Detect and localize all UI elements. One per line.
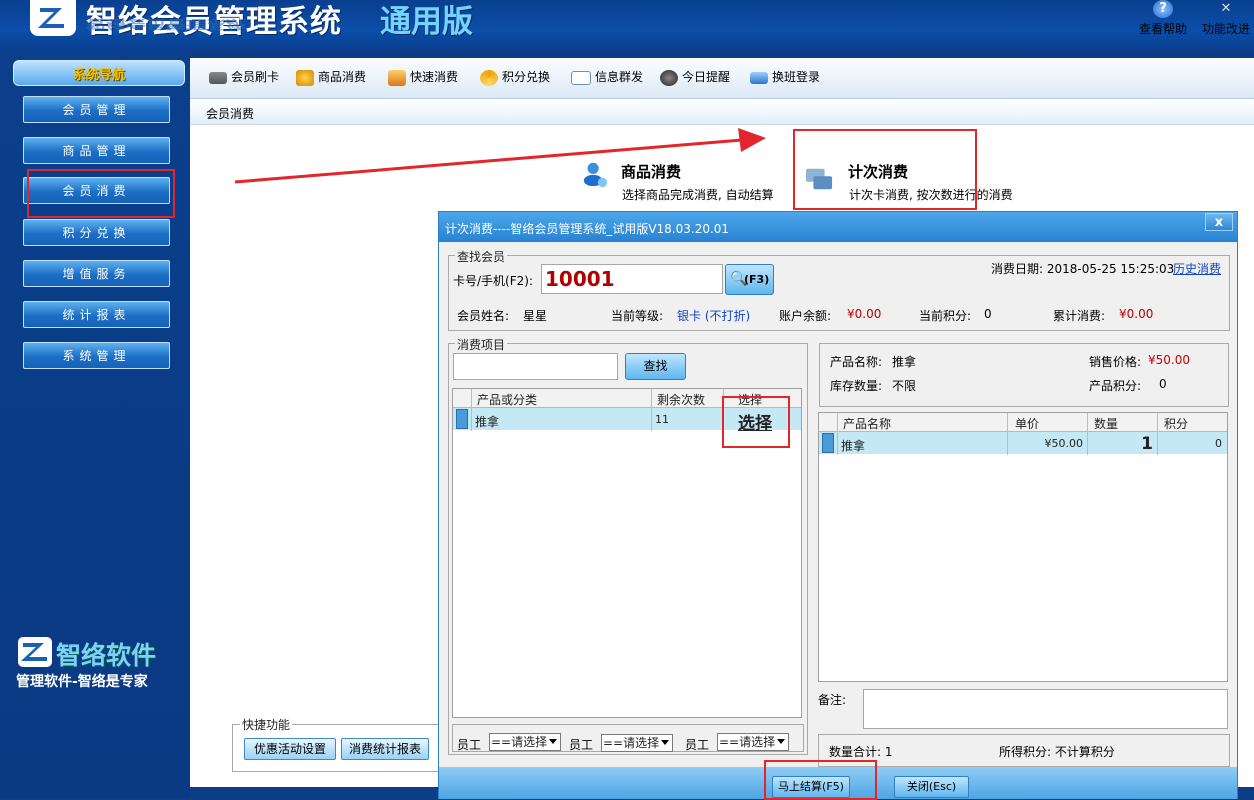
- cart-item-qty[interactable]: 1: [1089, 434, 1153, 454]
- member-search-hotkey: (F3): [744, 273, 770, 286]
- chevron-down-icon: [549, 739, 557, 744]
- staff-select-value: ==请选择: [719, 735, 776, 749]
- row-selector[interactable]: [822, 433, 834, 453]
- col-remaining: 剩余次数: [657, 393, 706, 407]
- total-consume-value: ¥0.00: [1119, 307, 1154, 321]
- stock-label: 库存数量:: [830, 379, 883, 393]
- balance-value: ¥0.00: [847, 307, 882, 321]
- balance-label: 账户余额:: [779, 309, 832, 323]
- annotation-box-checkout: [764, 760, 877, 800]
- product-points-label: 产品积分:: [1089, 379, 1142, 393]
- dialog-title: 计次消费----智络会员管理系统_试用版V18.03.20.01: [445, 222, 730, 236]
- chevron-down-icon: [661, 740, 669, 745]
- current-points-value: 0: [984, 307, 992, 321]
- staff-label-3: 员工: [685, 738, 710, 752]
- cart-item-points: 0: [1215, 437, 1222, 450]
- col-product-name: 产品名称: [843, 417, 892, 431]
- staff-label-1: 员工: [457, 738, 482, 752]
- annotation-box-select: [722, 396, 790, 448]
- item-name: 推拿: [475, 415, 500, 429]
- qty-total: 数量合计: 1: [829, 745, 893, 759]
- member-name-label: 会员姓名:: [457, 309, 510, 323]
- notes-label: 备注:: [818, 693, 847, 707]
- col-unit-price: 单价: [1015, 417, 1040, 431]
- row-selector[interactable]: [456, 409, 468, 429]
- staff-select-value: ==请选择: [603, 736, 660, 750]
- grid-divider: [837, 413, 838, 455]
- dialog-titlebar: 计次消费----智络会员管理系统_试用版V18.03.20.01 x: [439, 212, 1237, 242]
- product-points-value: 0: [1159, 377, 1167, 391]
- col-points: 积分: [1164, 417, 1189, 431]
- chevron-down-icon: [777, 739, 785, 744]
- close-button[interactable]: 关闭(Esc): [894, 776, 969, 798]
- product-name-value: 推拿: [892, 355, 917, 369]
- item-search-input[interactable]: [453, 353, 618, 380]
- col-product-or-category: 产品或分类: [477, 393, 538, 407]
- staff-select-1[interactable]: ==请选择: [489, 733, 561, 751]
- card-label: 卡号/手机(F2):: [453, 274, 533, 288]
- find-member-legend: 查找会员: [455, 248, 508, 265]
- card-input[interactable]: 10001: [541, 264, 723, 294]
- staff-select-2[interactable]: ==请选择: [601, 734, 673, 752]
- cart-item-name: 推拿: [841, 439, 866, 453]
- col-quantity: 数量: [1094, 417, 1119, 431]
- staff-select-3[interactable]: ==请选择: [717, 733, 789, 751]
- sale-price-value: ¥50.00: [1148, 353, 1190, 367]
- product-name-label: 产品名称:: [830, 355, 883, 369]
- item-search-button[interactable]: 查找: [625, 353, 686, 380]
- cart-grid: 产品名称 单价 数量 积分 推拿 ¥50.00 1 0: [818, 412, 1228, 682]
- grid-divider: [651, 389, 652, 431]
- consume-items-legend: 消费项目: [455, 336, 508, 353]
- sale-price-label: 销售价格:: [1089, 355, 1142, 369]
- grid-divider: [1087, 413, 1088, 455]
- count-consume-dialog: 计次消费----智络会员管理系统_试用版V18.03.20.01 x 查找会员 …: [438, 211, 1238, 800]
- notes-textarea[interactable]: [863, 689, 1228, 729]
- total-consume-label: 累计消费:: [1053, 309, 1106, 323]
- consume-date: 消费日期: 2018-05-25 15:25:03: [991, 262, 1175, 276]
- earned-points: 所得积分: 不计算积分: [999, 745, 1115, 759]
- member-level-label: 当前等级:: [611, 309, 664, 323]
- staff-select-value: ==请选择: [491, 735, 548, 749]
- member-name-value: 星星: [523, 309, 548, 323]
- stock-value: 不限: [892, 379, 917, 393]
- grid-divider: [1007, 413, 1008, 455]
- member-level-value: 银卡 (不打折): [677, 309, 751, 323]
- item-remaining: 11: [655, 413, 669, 426]
- member-search-button[interactable]: 🔍 (F3): [725, 264, 774, 295]
- card-input-value: 10001: [545, 267, 615, 291]
- history-consume-link[interactable]: 历史消费: [1173, 260, 1221, 277]
- grid-divider: [471, 389, 472, 431]
- staff-label-2: 员工: [569, 738, 594, 752]
- cart-item-price: ¥50.00: [1044, 437, 1084, 450]
- current-points-label: 当前积分:: [919, 309, 972, 323]
- dialog-close-button[interactable]: x: [1205, 213, 1233, 231]
- grid-divider: [1157, 413, 1158, 455]
